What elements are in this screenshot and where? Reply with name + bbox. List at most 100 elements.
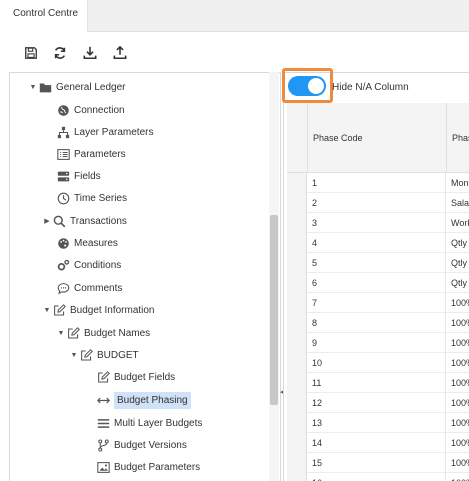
row-selector[interactable] xyxy=(287,213,307,233)
cell-phase[interactable]: Qtly S xyxy=(446,273,469,293)
row-selector[interactable] xyxy=(287,173,307,193)
cell-phase-code[interactable]: 11 xyxy=(307,373,446,393)
cell-phase[interactable]: 100% xyxy=(446,373,469,393)
save-button[interactable] xyxy=(23,45,39,61)
table-row[interactable]: 8100% xyxy=(287,313,469,333)
column-header-phase-code[interactable]: Phase Code xyxy=(307,103,446,173)
cell-phase-code[interactable]: 1 xyxy=(307,173,446,193)
cell-phase-code[interactable]: 9 xyxy=(307,333,446,353)
folder-icon xyxy=(39,82,51,92)
tree-scrollbar-thumb[interactable] xyxy=(270,215,278,405)
row-selector[interactable] xyxy=(287,433,307,453)
row-selector[interactable] xyxy=(287,313,307,333)
cell-phase-code[interactable]: 5 xyxy=(307,253,446,273)
row-selector[interactable] xyxy=(287,473,307,481)
table-row[interactable]: 10100% xyxy=(287,353,469,373)
cell-phase[interactable]: 100% xyxy=(446,453,469,473)
row-selector[interactable] xyxy=(287,253,307,273)
row-selector[interactable] xyxy=(287,193,307,213)
cell-phase[interactable]: Qtly / xyxy=(446,253,469,273)
tree-item-label: Multi Layer Budgets xyxy=(114,417,203,429)
row-selector[interactable] xyxy=(287,273,307,293)
cell-phase-code[interactable]: 12 xyxy=(307,393,446,413)
cell-phase-code[interactable]: 7 xyxy=(307,293,446,313)
tree-item-time-series[interactable]: Time Series xyxy=(56,188,127,208)
row-selector[interactable] xyxy=(287,233,307,253)
tree-item-transactions[interactable]: ▶ Transactions xyxy=(42,211,127,231)
table-row[interactable]: 12100% xyxy=(287,393,469,413)
caret-down-icon[interactable]: ▼ xyxy=(56,330,66,337)
cell-phase-code[interactable]: 4 xyxy=(307,233,446,253)
row-selector[interactable] xyxy=(287,373,307,393)
cell-phase[interactable]: 100% xyxy=(446,413,469,433)
cell-phase-code[interactable]: 13 xyxy=(307,413,446,433)
row-selector[interactable] xyxy=(287,333,307,353)
tree-item-budget-fields[interactable]: Budget Fields xyxy=(96,367,175,387)
row-selector[interactable] xyxy=(287,453,307,473)
table-row[interactable]: 7100% xyxy=(287,293,469,313)
caret-down-icon[interactable]: ▼ xyxy=(69,352,79,359)
cell-phase[interactable]: 100% xyxy=(446,393,469,413)
tree-item-budget-phasing[interactable]: Budget Phasing xyxy=(96,390,191,410)
hierarchy-icon xyxy=(57,126,69,138)
cell-phase[interactable]: 100% xyxy=(446,333,469,353)
caret-down-icon[interactable]: ▼ xyxy=(42,307,52,314)
table-row[interactable]: 2Salar xyxy=(287,193,469,213)
tree-item-comments[interactable]: Comments xyxy=(56,278,122,298)
refresh-button[interactable] xyxy=(52,45,68,61)
cell-phase-code[interactable]: 6 xyxy=(307,273,446,293)
cell-phase-code[interactable]: 15 xyxy=(307,453,446,473)
tree-item-general-ledger[interactable]: ▼ General Ledger xyxy=(28,77,126,97)
row-selector[interactable] xyxy=(287,353,307,373)
tree-item-parameters[interactable]: Parameters xyxy=(56,144,126,164)
table-row[interactable]: 13100% xyxy=(287,413,469,433)
row-selector[interactable] xyxy=(287,393,307,413)
tree-item-budget[interactable]: ▼ BUDGET xyxy=(69,345,139,365)
cell-phase-code[interactable]: 2 xyxy=(307,193,446,213)
row-selector[interactable] xyxy=(287,413,307,433)
row-selector[interactable] xyxy=(287,293,307,313)
caret-down-icon[interactable]: ▼ xyxy=(28,84,38,91)
column-header-phase[interactable]: Phas xyxy=(446,103,469,173)
tree-item-budget-parameters[interactable]: Budget Parameters xyxy=(96,457,200,477)
upload-button[interactable] xyxy=(112,45,128,61)
cell-phase-code[interactable]: 8 xyxy=(307,313,446,333)
tree-item-conditions[interactable]: Conditions xyxy=(56,255,121,275)
table-row[interactable]: 9100% xyxy=(287,333,469,353)
table-row[interactable]: 14100% xyxy=(287,433,469,453)
table-row[interactable]: 15100% xyxy=(287,453,469,473)
table-row[interactable]: 5Qtly / xyxy=(287,253,469,273)
cell-phase[interactable]: 100% xyxy=(446,433,469,453)
tree-item-fields[interactable]: Fields xyxy=(56,166,101,186)
tree-item-budget-names[interactable]: ▼ Budget Names xyxy=(56,323,150,343)
cell-phase[interactable]: 100% xyxy=(446,353,469,373)
cell-phase[interactable]: Work xyxy=(446,213,469,233)
tree-item-budget-versions[interactable]: Budget Versions xyxy=(96,435,187,455)
table-row[interactable]: 1Mont xyxy=(287,173,469,193)
download-button[interactable] xyxy=(82,45,98,61)
hide-na-column-toggle[interactable] xyxy=(288,76,326,96)
cell-phase[interactable]: Qtly / xyxy=(446,233,469,253)
cell-phase[interactable]: 100% xyxy=(446,313,469,333)
table-row[interactable]: 3Work xyxy=(287,213,469,233)
cell-phase[interactable]: 100% xyxy=(446,293,469,313)
tree-item-label: Budget Phasing xyxy=(114,391,191,409)
tree-item-measures[interactable]: Measures xyxy=(56,233,118,253)
tree-item-multi-layer-budgets[interactable]: Multi Layer Budgets xyxy=(96,413,202,433)
table-row[interactable]: 16100% xyxy=(287,473,469,481)
cell-phase-code[interactable]: 14 xyxy=(307,433,446,453)
cell-phase-code[interactable]: 3 xyxy=(307,213,446,233)
table-row[interactable]: 6Qtly S xyxy=(287,273,469,293)
caret-right-icon[interactable]: ▶ xyxy=(42,217,52,225)
cell-phase-code[interactable]: 10 xyxy=(307,353,446,373)
table-row[interactable]: 11100% xyxy=(287,373,469,393)
cell-phase[interactable]: Salar xyxy=(446,193,469,213)
table-row[interactable]: 4Qtly / xyxy=(287,233,469,253)
tab-control-centre[interactable]: Control Centre xyxy=(0,0,88,32)
cell-phase-code[interactable]: 16 xyxy=(307,473,446,481)
cell-phase[interactable]: Mont xyxy=(446,173,469,193)
tree-item-connection[interactable]: Connection xyxy=(56,100,125,120)
tree-item-budget-information[interactable]: ▼ Budget Information xyxy=(42,300,155,320)
tree-item-layer-parameters[interactable]: Layer Parameters xyxy=(56,122,153,142)
cell-phase[interactable]: 100% xyxy=(446,473,469,481)
